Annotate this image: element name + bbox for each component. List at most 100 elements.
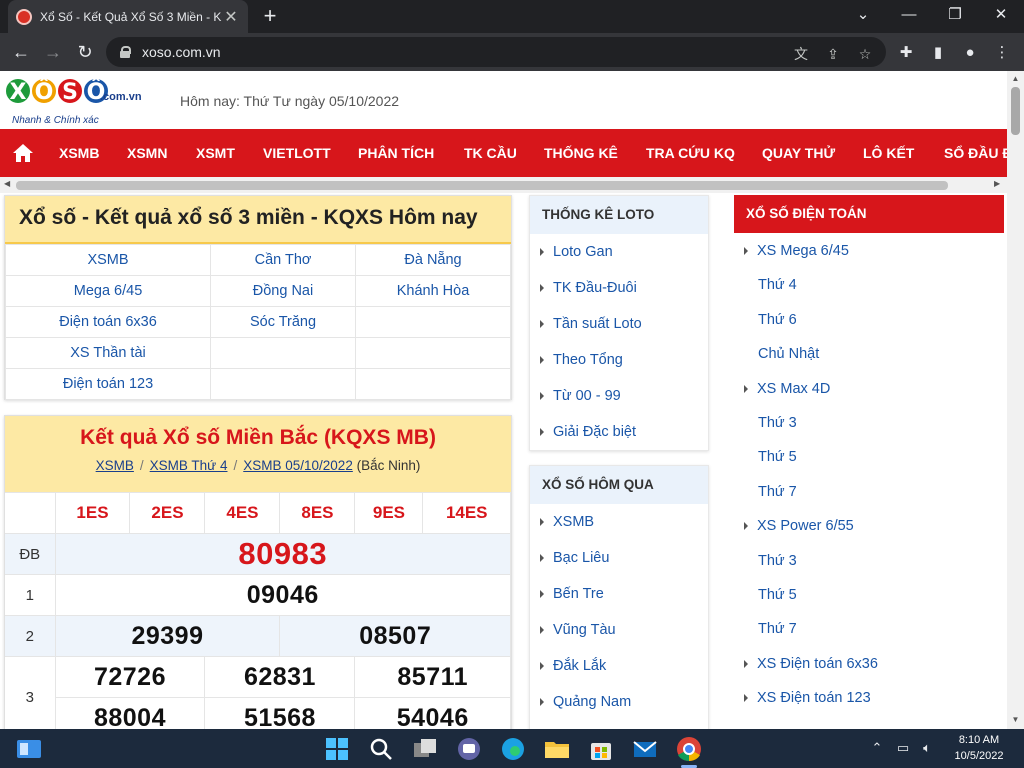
system-clock[interactable]: 8:10 AM 10/5/2022 bbox=[944, 732, 1014, 764]
volume-icon[interactable]: 🔈︎ bbox=[918, 739, 936, 757]
nav-xsmn[interactable]: XSMN bbox=[127, 129, 167, 177]
region-link[interactable]: Đà Nẵng bbox=[355, 244, 511, 276]
mail-icon[interactable] bbox=[630, 734, 660, 764]
region-link[interactable]: Khánh Hòa bbox=[355, 275, 511, 307]
prize-label: 1 bbox=[5, 574, 56, 616]
region-link[interactable]: Điện toán 6x36 bbox=[5, 306, 211, 338]
task-view-icon[interactable] bbox=[410, 734, 440, 764]
edge-browser-icon[interactable] bbox=[498, 734, 528, 764]
file-explorer-icon[interactable] bbox=[542, 734, 572, 764]
region-link[interactable]: Sóc Trăng bbox=[210, 306, 356, 338]
region-link[interactable]: XS Thần tài bbox=[5, 337, 211, 369]
share-icon[interactable]: ⇪ bbox=[824, 45, 842, 63]
loto-link-label: Tần suất Loto bbox=[553, 316, 642, 332]
electronic-lottery-label: Thứ 3 bbox=[758, 552, 797, 569]
profile-avatar-icon[interactable]: ● bbox=[960, 43, 980, 63]
electronic-lottery-link[interactable]: XS Mega 6/45 bbox=[744, 234, 849, 268]
electronic-lottery-day-link[interactable]: Thứ 7 bbox=[744, 475, 797, 509]
tab-search-icon[interactable]: ⌄ bbox=[840, 0, 886, 30]
crumb-xsmb-weekday[interactable]: XSMB Thứ 4 bbox=[150, 458, 228, 473]
electronic-lottery-day-link[interactable]: Thứ 5 bbox=[744, 578, 797, 612]
yesterday-link[interactable]: XSMB bbox=[530, 504, 708, 540]
scroll-left-icon[interactable]: ◀ bbox=[4, 179, 10, 188]
yesterday-link[interactable]: Bạc Liêu bbox=[530, 540, 708, 576]
region-link[interactable]: Mega 6/45 bbox=[5, 275, 211, 307]
translate-icon[interactable]: 文 bbox=[792, 45, 810, 63]
electronic-lottery-day-link[interactable]: Thứ 3 bbox=[744, 544, 797, 578]
network-icon[interactable]: ▭ bbox=[894, 739, 912, 757]
tab-close-icon[interactable]: ✕ bbox=[222, 7, 240, 27]
teams-chat-icon[interactable] bbox=[454, 734, 484, 764]
yesterday-link[interactable]: Quảng Nam bbox=[530, 684, 708, 720]
region-link[interactable]: Đồng Nai bbox=[210, 275, 356, 307]
region-link[interactable]: Cần Thơ bbox=[210, 244, 356, 276]
lock-icon[interactable] bbox=[120, 46, 131, 58]
electronic-lottery-link[interactable]: XS Điện toán 6x36 bbox=[744, 647, 878, 681]
scroll-down-icon[interactable]: ▼ bbox=[1010, 715, 1021, 724]
ticket-code: 14ES bbox=[422, 492, 511, 534]
browser-menu-icon[interactable]: ⋮ bbox=[992, 43, 1012, 63]
nav-lo-ket[interactable]: LÔ KẾT bbox=[863, 129, 914, 177]
address-bar[interactable]: xoso.com.vn 文 ⇪ ☆ bbox=[106, 37, 886, 67]
electronic-lottery-day-link[interactable]: Thứ 3 bbox=[744, 406, 797, 440]
back-button[interactable]: ← bbox=[8, 39, 34, 65]
start-windows-icon[interactable] bbox=[322, 734, 352, 764]
bookmark-star-icon[interactable]: ☆ bbox=[856, 45, 874, 63]
crumb-xsmb-date[interactable]: XSMB 05/10/2022 bbox=[243, 458, 353, 473]
chrome-browser-icon[interactable] bbox=[674, 734, 704, 764]
electronic-lottery-day-link[interactable]: Thứ 7 bbox=[744, 612, 797, 646]
nav-thong-ke[interactable]: THỐNG KÊ bbox=[544, 129, 618, 177]
nav-quay-thu[interactable]: QUAY THỬ bbox=[762, 129, 835, 177]
new-tab-button[interactable]: + bbox=[258, 4, 282, 28]
minimize-button[interactable]: — bbox=[886, 0, 932, 30]
third-prize: 72726 bbox=[55, 656, 206, 698]
nav-tk-cau[interactable]: TK CẦU bbox=[464, 129, 517, 177]
electronic-lottery-day-link[interactable]: Chủ Nhật bbox=[744, 337, 819, 371]
nav-so-dau-duoi[interactable]: SỔ ĐẦU ĐUÔI bbox=[944, 129, 1007, 177]
loto-link[interactable]: TK Đầu-Đuôi bbox=[530, 270, 708, 306]
microsoft-store-icon[interactable] bbox=[586, 734, 616, 764]
scroll-right-icon[interactable]: ▶ bbox=[994, 179, 1000, 188]
widgets-icon[interactable] bbox=[14, 734, 44, 764]
nav-xsmb[interactable]: XSMB bbox=[59, 129, 99, 177]
home-icon[interactable] bbox=[12, 143, 34, 163]
loto-link[interactable]: Loto Gan bbox=[530, 234, 708, 270]
loto-link[interactable]: Giải Đặc biệt bbox=[530, 414, 708, 450]
electronic-lottery-day-link[interactable]: Thứ 5 bbox=[744, 440, 797, 474]
search-icon[interactable] bbox=[366, 734, 396, 764]
electronic-lottery-day-link[interactable]: Thứ 4 bbox=[744, 268, 797, 302]
electronic-lottery-link[interactable]: XS Max 4D bbox=[744, 372, 830, 406]
extensions-puzzle-icon[interactable]: ✚ bbox=[896, 43, 916, 63]
yesterday-link[interactable]: Đắk Lắk bbox=[530, 648, 708, 684]
nav-tra-cuu-kq[interactable]: TRA CỨU KQ bbox=[646, 129, 735, 177]
crumb-xsmb[interactable]: XSMB bbox=[96, 458, 134, 473]
forward-button[interactable]: → bbox=[40, 39, 66, 65]
electronic-lottery-link[interactable]: XS Điện toán 123 bbox=[744, 681, 871, 715]
nav-xsmt[interactable]: XSMT bbox=[196, 129, 235, 177]
site-logo[interactable]: X Ổ S Ố .com.vn Nhanh & Chính xác bbox=[4, 77, 154, 129]
region-link[interactable]: XSMB bbox=[5, 244, 211, 276]
nav-vietlott[interactable]: VIETLOTT bbox=[263, 129, 331, 177]
loto-link[interactable]: Theo Tổng bbox=[530, 342, 708, 378]
loto-link[interactable]: Từ 00 - 99 bbox=[530, 378, 708, 414]
vertical-scrollbar[interactable]: ▲ ▼ bbox=[1007, 71, 1024, 729]
horizontal-scroll-thumb[interactable] bbox=[16, 181, 948, 190]
vertical-scroll-thumb[interactable] bbox=[1011, 87, 1020, 135]
horizontal-scrollbar[interactable]: ◀ ▶ bbox=[0, 177, 1007, 193]
main-navigation: XSMB XSMN XSMT VIETLOTT PHÂN TÍCH TK CẦU… bbox=[0, 129, 1007, 177]
reload-button[interactable]: ↻ bbox=[72, 39, 98, 65]
electronic-lottery-link[interactable]: XS Power 6/55 bbox=[744, 509, 854, 543]
side-panel-icon[interactable]: ▮ bbox=[928, 43, 948, 63]
nav-phan-tich[interactable]: PHÂN TÍCH bbox=[358, 129, 434, 177]
electronic-lottery-day-link[interactable]: Thứ 6 bbox=[744, 303, 797, 337]
yesterday-link[interactable]: Vũng Tàu bbox=[530, 612, 708, 648]
close-window-button[interactable]: ✕ bbox=[978, 0, 1024, 30]
caret-right-icon bbox=[540, 320, 544, 328]
browser-tab[interactable]: Xổ Số - Kết Quả Xổ Số 3 Miền - KQXS Hôm … bbox=[8, 0, 248, 33]
show-hidden-icons-icon[interactable]: ⌃ bbox=[868, 739, 886, 757]
restore-button[interactable]: ❐ bbox=[932, 0, 978, 30]
scroll-up-icon[interactable]: ▲ bbox=[1010, 74, 1021, 83]
region-link[interactable]: Điện toán 123 bbox=[5, 368, 211, 400]
loto-link[interactable]: Tần suất Loto bbox=[530, 306, 708, 342]
yesterday-link[interactable]: Bến Tre bbox=[530, 576, 708, 612]
